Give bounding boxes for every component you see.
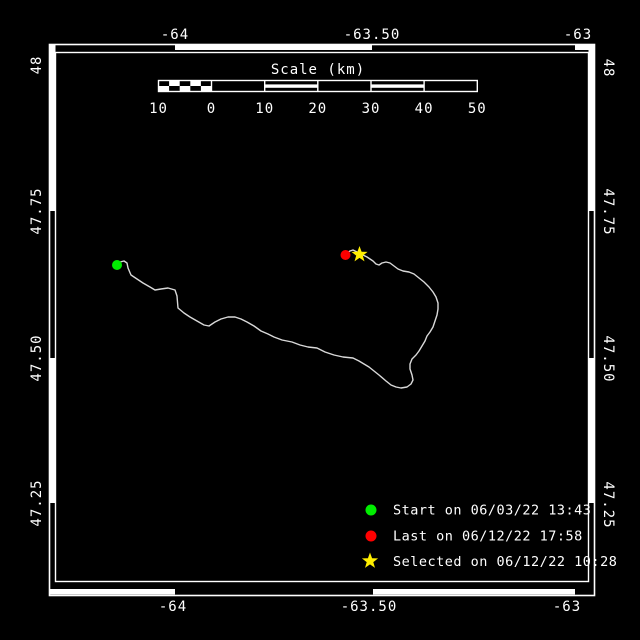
right-axis-tick-label: 47.25: [600, 481, 616, 528]
scale-bar-check: [190, 81, 201, 86]
right-axis-tick-label: 48: [600, 59, 616, 78]
drifter-track[interactable]: [112, 246, 438, 388]
drifter-map-plot: -64 -63.50 -63 -64 -63.50 -63 48 47.75 4…: [0, 0, 640, 640]
top-axis-tick-label: -63: [564, 27, 592, 43]
frame-block-top: [175, 45, 372, 51]
top-axis-tick-label: -64: [161, 27, 189, 43]
left-axis-tick-label: 48: [29, 56, 45, 75]
right-axis-tick-label: 47.50: [600, 335, 616, 382]
frame-block-bottom: [50, 589, 176, 595]
map-canvas[interactable]: -64 -63.50 -63 -64 -63.50 -63 48 47.75 4…: [0, 0, 640, 640]
scale-bar-label: 0: [207, 101, 216, 117]
track-polyline[interactable]: [117, 250, 438, 388]
legend-last-icon: [366, 531, 377, 542]
bottom-axis-tick-label: -63: [553, 599, 581, 615]
right-axis-tick-label: 47.75: [600, 188, 616, 235]
legend-start-label: Start on 06/03/22 13:43: [393, 503, 591, 519]
frame-block-left: [50, 358, 56, 503]
scale-bar-label: 50: [468, 101, 487, 117]
scale-bar-check: [201, 86, 212, 91]
bottom-axis-tick-label: -64: [159, 599, 187, 615]
top-axis-tick-label: -63.50: [344, 27, 401, 43]
left-axis-tick-label: 47.50: [29, 334, 45, 381]
scale-bar-band: [265, 84, 318, 87]
scale-bar-check: [159, 86, 170, 91]
scale-bar-label: 20: [308, 101, 327, 117]
frame-block-right: [589, 45, 595, 212]
left-axis-tick-label: 47.25: [29, 479, 45, 526]
scale-bar-check: [169, 81, 180, 86]
scale-bar-label: 30: [362, 101, 381, 117]
last-point-marker[interactable]: [341, 250, 351, 260]
legend-selected-icon: [362, 553, 378, 568]
legend: Start on 06/03/22 13:43 Last on 06/12/22…: [362, 503, 617, 571]
left-axis-tick-label: 47.75: [29, 187, 45, 234]
scale-bar-label: 10: [149, 101, 168, 117]
scale-bar-label: 40: [415, 101, 434, 117]
legend-start-icon: [366, 505, 377, 516]
scale-bar-check: [180, 86, 191, 91]
legend-last-label: Last on 06/12/22 17:58: [393, 529, 583, 545]
legend-selected-label: Selected on 06/12/22 10:28: [393, 554, 617, 570]
star-icon: [362, 553, 378, 568]
selected-point-marker[interactable]: [351, 246, 367, 261]
scale-bar-band: [371, 84, 424, 87]
frame-block-right: [589, 358, 595, 503]
star-icon: [351, 246, 367, 261]
scale-bar: Scale (km) 10 0 10 20 30 40 50: [149, 62, 487, 117]
start-point-marker[interactable]: [112, 260, 122, 270]
frame-block-left: [50, 45, 56, 212]
bottom-axis-tick-label: -63.50: [341, 599, 398, 615]
scale-bar-title: Scale (km): [271, 62, 365, 78]
scale-bar-label: 10: [255, 101, 274, 117]
frame-block-bottom: [373, 589, 575, 595]
